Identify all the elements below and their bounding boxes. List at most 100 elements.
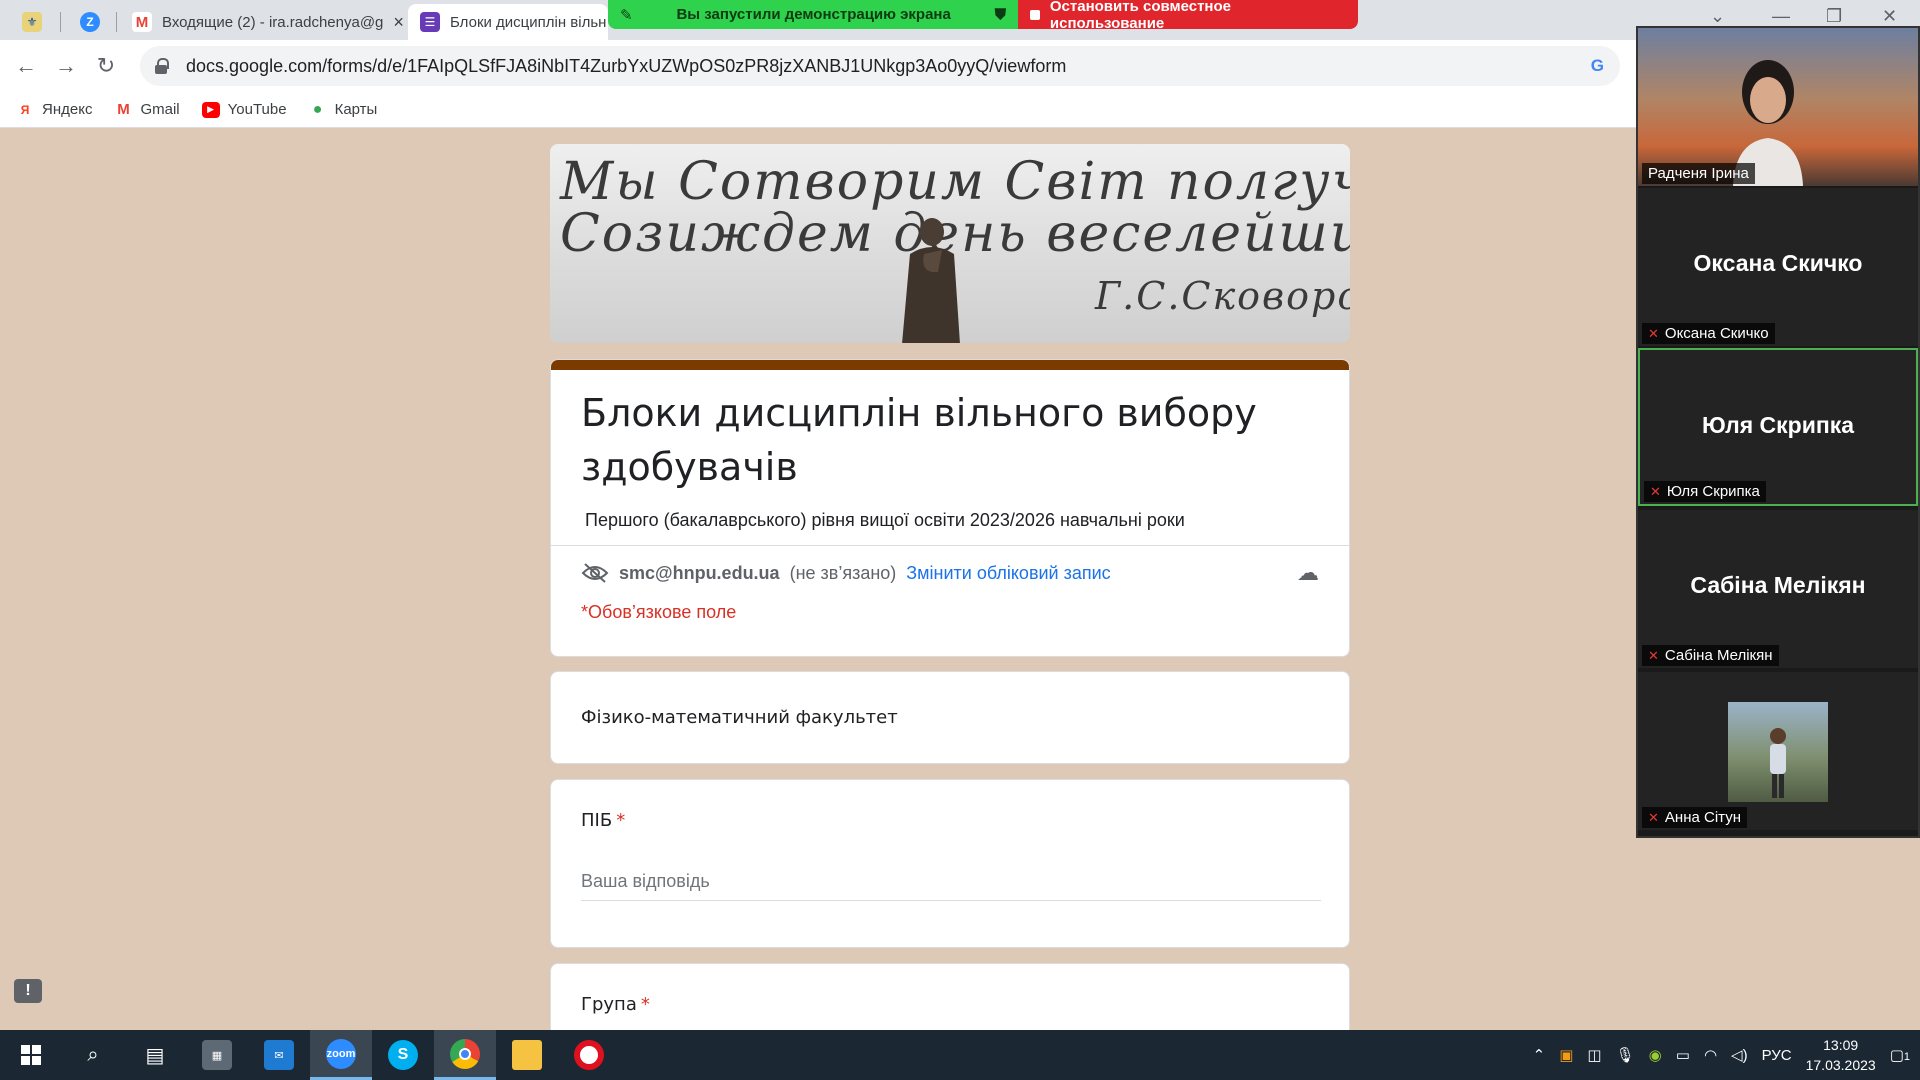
microphone-icon[interactable]: 🎙	[1616, 1046, 1635, 1064]
mic-muted-icon: ✕	[1648, 647, 1659, 663]
gmail-icon: M	[117, 101, 130, 118]
avatar-image	[1770, 728, 1786, 798]
participant-name-label: ✕ Анна Сітун	[1642, 807, 1747, 828]
google-icon[interactable]: G	[1591, 56, 1604, 76]
participant-tile-active[interactable]: Юля Скрипка ✕ Юля Скрипка	[1638, 348, 1918, 506]
file-explorer-icon[interactable]	[496, 1030, 558, 1080]
restore-icon[interactable]: ❐	[1826, 6, 1842, 27]
windows-taskbar: ⌕ ▤ ▦ ✉ zoom S ⌃ ▣ ◫ 🎙 ◉ ▭ ◠ ◁) РУС 13:0…	[0, 1030, 1920, 1080]
mail-icon[interactable]: ✉	[248, 1030, 310, 1080]
clock[interactable]: 13:09 17.03.2023	[1806, 1035, 1876, 1075]
close-icon[interactable]: ×	[393, 12, 404, 33]
bookmark-label: Карты	[334, 101, 378, 118]
section-title: Фізико-математичний факультет	[581, 707, 898, 728]
question-card-name: ПІБ * Ваша відповідь	[550, 779, 1350, 948]
windows-start-icon[interactable]	[0, 1030, 62, 1080]
form-description: Першого (бакалаврського) рівня вищої осв…	[585, 510, 1185, 530]
question-text: ПІБ	[581, 810, 613, 831]
chrome-icon[interactable]	[434, 1030, 496, 1080]
close-window-icon[interactable]: ✕	[1882, 6, 1897, 27]
answer-input[interactable]: Ваша відповідь	[581, 871, 1321, 901]
browser-toolbar: ← → ↻ docs.google.com/forms/d/e/1FAIpQLS…	[0, 40, 1920, 92]
bookmarks-bar: Я Яндекс M Gmail ▶ YouTube ● Карты	[0, 92, 1920, 128]
report-problem-icon[interactable]: !	[14, 979, 42, 1003]
shield-icon: ⛊	[994, 6, 1006, 23]
participant-name: Оксана Скичко	[1664, 325, 1769, 342]
search-icon[interactable]: ⌕	[62, 1030, 124, 1080]
back-icon[interactable]: ←	[6, 46, 46, 86]
question-label: ПІБ *	[581, 810, 1319, 831]
reload-icon[interactable]: ↻	[86, 46, 126, 86]
account-email: smc@hnpu.edu.ua	[619, 562, 780, 583]
zoom-icon[interactable]: zoom	[310, 1030, 372, 1080]
battery-icon[interactable]: ▭	[1676, 1046, 1690, 1064]
participant-tile[interactable]: ✕ Анна Сітун	[1638, 672, 1918, 830]
bookmark-youtube[interactable]: ▶ YouTube	[201, 101, 287, 118]
participant-tile[interactable]: Сабіна Мелікян ✕ Сабіна Мелікян	[1638, 510, 1918, 668]
network-status-icon[interactable]: ◉	[1649, 1046, 1662, 1064]
participant-name: Сабіна Мелікян	[1664, 647, 1773, 664]
bookmark-gmail[interactable]: M Gmail	[114, 101, 179, 118]
tab-google-forms[interactable]: ☰ Блоки дисциплін вільн	[408, 4, 608, 40]
chevron-up-icon[interactable]: ⌃	[1533, 1046, 1546, 1064]
form-title: Блоки дисциплін вільного вибору здобувач…	[581, 391, 1257, 489]
stop-share-button[interactable]: Остановить совместное использование	[1018, 0, 1358, 32]
forward-icon[interactable]: →	[46, 46, 86, 86]
bookmark-label: Яндекс	[42, 101, 93, 118]
share-status: ✎ Вы запустили демонстрацию экрана ⛊	[608, 0, 1018, 29]
cloud-icon: ☁	[1297, 560, 1319, 585]
notifications-icon[interactable]: ▢1	[1890, 1046, 1910, 1064]
stop-icon	[1030, 9, 1040, 20]
account-status: (не зв’язано)	[789, 562, 897, 583]
volume-icon[interactable]: ◁)	[1731, 1046, 1748, 1064]
required-field-note: *Обов’язкове поле	[581, 602, 737, 622]
address-bar[interactable]: docs.google.com/forms/d/e/1FAIpQLSfFJA8i…	[140, 46, 1620, 86]
mic-muted-icon: ✕	[1650, 483, 1661, 499]
participant-big-name: Оксана Скичко	[1693, 250, 1863, 276]
skype-icon[interactable]: S	[372, 1030, 434, 1080]
participant-name-label: ✕ Юля Скрипка	[1644, 481, 1766, 502]
tab-gmail-label: Входящие (2) - ira.radchenya@g	[162, 13, 384, 31]
ukraine-emblem-icon: ⚜	[22, 12, 42, 32]
share-status-text: Вы запустили демонстрацию экрана	[676, 6, 951, 23]
account-row: smc@hnpu.edu.ua (не зв’язано) Змінити об…	[551, 546, 1349, 586]
tab-separator	[116, 12, 117, 32]
chevron-down-icon[interactable]: ⌄	[1710, 6, 1725, 27]
participant-big-name: Сабіна Мелікян	[1690, 572, 1866, 598]
participant-name-label: ✕ Оксана Скичко	[1642, 323, 1775, 344]
form-page: Мы Сотворим Світ полгучшій Созиждем день…	[0, 128, 1920, 1030]
gmail-icon: M	[132, 12, 152, 32]
participant-name: Анна Сітун	[1664, 809, 1741, 826]
minimize-icon[interactable]: —	[1772, 6, 1790, 27]
wifi-icon[interactable]: ◠	[1704, 1046, 1717, 1064]
accent-bar	[551, 360, 1349, 370]
google-forms-icon: ☰	[420, 12, 440, 32]
camera-icon[interactable]: ◫	[1587, 1046, 1601, 1064]
app-tray-icon[interactable]: ▣	[1559, 1046, 1573, 1064]
participant-tile-video[interactable]: Радченя Ірина	[1638, 28, 1918, 186]
tab-forms-label: Блоки дисциплін вільн	[450, 13, 607, 31]
bookmark-yandex[interactable]: Я Яндекс	[16, 101, 93, 118]
language-indicator[interactable]: РУС	[1762, 1047, 1792, 1064]
participant-avatar	[1728, 702, 1828, 802]
tab-gmail[interactable]: M Входящие (2) - ira.radchenya@g ×	[120, 4, 406, 40]
participant-tile[interactable]: Оксана Скичко ✕ Оксана Скичко	[1638, 188, 1918, 346]
url-text: docs.google.com/forms/d/e/1FAIpQLSfFJA8i…	[186, 55, 1067, 76]
tab-pinned-zoom[interactable]: Z	[68, 4, 114, 40]
bookmark-label: YouTube	[227, 101, 287, 118]
bookmark-label: Gmail	[140, 101, 180, 118]
tab-separator	[60, 12, 61, 32]
calculator-icon[interactable]: ▦	[186, 1030, 248, 1080]
participant-name-label: Радченя Ірина	[1642, 163, 1755, 184]
yandex-icon: Я	[20, 102, 30, 117]
bookmark-maps[interactable]: ● Карты	[309, 100, 378, 119]
clock-time: 13:09	[1823, 1037, 1859, 1053]
tab-pinned-emblem[interactable]: ⚜	[10, 4, 56, 40]
opera-icon[interactable]	[558, 1030, 620, 1080]
task-view-icon[interactable]: ▤	[124, 1030, 186, 1080]
participant-name: Юля Скрипка	[1666, 483, 1760, 500]
switch-account-link[interactable]: Змінити обліковий запис	[906, 563, 1110, 584]
required-asterisk: *	[640, 994, 650, 1015]
maps-icon: ●	[312, 100, 323, 118]
participant-name: Радченя Ірина	[1648, 165, 1749, 182]
